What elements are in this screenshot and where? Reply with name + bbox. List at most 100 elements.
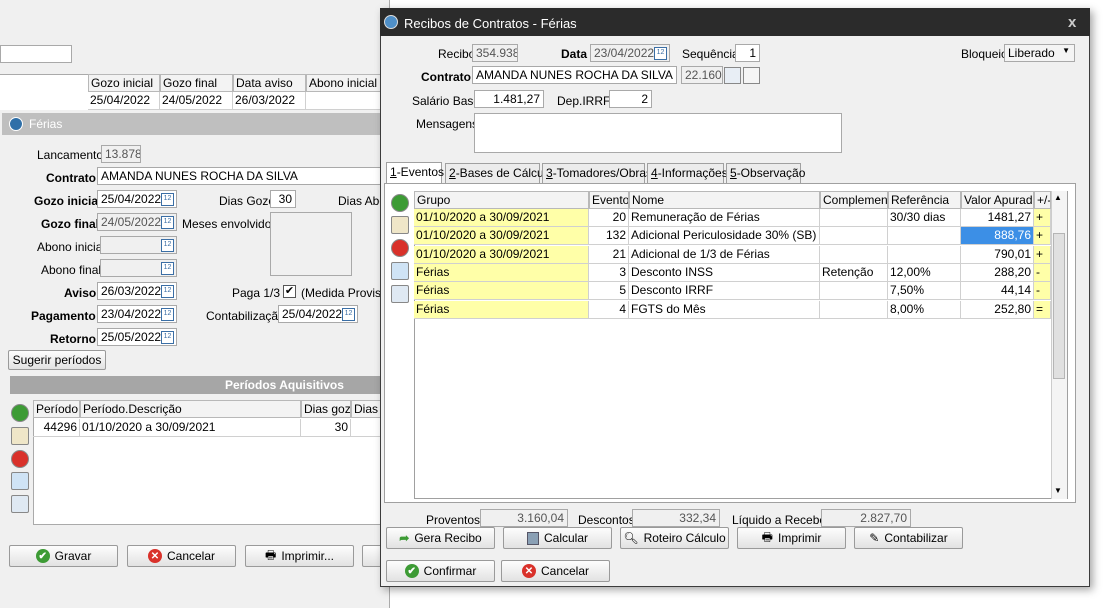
eventos-cell[interactable]: 790,01 <box>961 245 1034 264</box>
eventos-cell[interactable] <box>888 245 961 264</box>
periodos-cell[interactable]: 30 <box>301 419 351 437</box>
eventos-cell[interactable] <box>820 282 888 301</box>
eventos-cell[interactable]: 3 <box>589 263 629 282</box>
contabilizar-button[interactable]: ✎ Contabilizar <box>854 527 963 549</box>
edit-icon[interactable] <box>391 216 409 234</box>
tab-2[interactable]: 2-Bases de Cálculo <box>445 163 553 183</box>
eventos-cell[interactable] <box>888 227 961 246</box>
eventos-cell[interactable]: 4 <box>589 300 629 319</box>
bg-grid-header[interactable]: Gozo final <box>160 74 233 92</box>
lancamento-field[interactable]: 13.878 <box>101 145 141 163</box>
eventos-cell[interactable] <box>820 300 888 319</box>
eventos-cell[interactable]: - <box>1034 263 1051 282</box>
eventos-cell[interactable]: Férias <box>414 282 589 301</box>
eventos-cell[interactable]: 01/10/2020 a 30/09/2021 <box>414 209 589 227</box>
periodos-cell[interactable]: 01/10/2020 a 30/09/2021 <box>80 419 301 437</box>
eventos-header-cell[interactable]: Nome <box>629 191 820 209</box>
eventos-cell[interactable] <box>820 227 888 246</box>
eventos-cell[interactable]: 252,80 <box>961 300 1034 319</box>
roteiro-calculo-button[interactable]: 🔍︎ Roteiro Cálculo <box>620 527 729 549</box>
gozo-inicial-field[interactable]: 25/04/2022 12 <box>97 190 177 208</box>
tab-3[interactable]: 3-Tomadores/Obras <box>542 163 652 183</box>
gravar-button[interactable]: ✔ Gravar <box>9 545 118 567</box>
retorno-field[interactable]: 25/05/2022 12 <box>97 328 177 346</box>
eventos-header-cell[interactable]: Referência <box>888 191 961 209</box>
eventos-cell[interactable]: + <box>1034 227 1051 246</box>
data-field[interactable]: 23/04/2022 12 <box>590 44 670 62</box>
bg-grid-header[interactable]: Data aviso <box>233 74 306 92</box>
cancelar-button[interactable]: ✕ Cancelar <box>501 560 610 582</box>
scroll-down-icon[interactable]: ▼ <box>1054 486 1062 495</box>
eventos-header-cell[interactable]: +/- <box>1034 191 1051 209</box>
eventos-cell[interactable]: 44,14 <box>961 282 1034 301</box>
eventos-cell[interactable]: Desconto IRRF <box>629 282 820 301</box>
scroll-thumb[interactable] <box>1053 233 1065 379</box>
card-icon[interactable] <box>743 67 760 84</box>
contrato-field[interactable]: AMANDA NUNES ROCHA DA SILVA <box>97 167 390 185</box>
list-icon[interactable] <box>391 262 409 280</box>
eventos-cell[interactable]: 20 <box>589 209 629 227</box>
periodos-header-cell[interactable]: Dias gozo <box>301 400 351 418</box>
bg-grid-header[interactable]: Abono inicial <box>306 74 390 92</box>
eventos-cell[interactable]: 21 <box>589 245 629 264</box>
calendar-icon[interactable]: 12 <box>161 216 174 229</box>
eventos-cell[interactable] <box>820 245 888 264</box>
eventos-cell[interactable] <box>820 209 888 227</box>
calendar-icon[interactable]: 12 <box>161 262 174 275</box>
eventos-cell[interactable]: Férias <box>414 300 589 319</box>
paga13-checkbox[interactable]: ✔ <box>283 285 296 298</box>
periodos-header-cell[interactable]: Período.Descrição <box>80 400 301 418</box>
aviso-field[interactable]: 26/03/2022 12 <box>97 282 177 300</box>
ferias-imprimir-button[interactable]: 🖶 Imprimir... <box>245 545 354 567</box>
eventos-cell[interactable]: - <box>1034 282 1051 301</box>
pagamento-field[interactable]: 23/04/2022 12 <box>97 305 177 323</box>
close-icon[interactable]: x <box>1068 14 1076 31</box>
tab-5[interactable]: 5-Observação <box>726 163 805 183</box>
mensagens-textarea[interactable] <box>474 113 842 153</box>
eventos-cell[interactable]: 132 <box>589 227 629 246</box>
calendar-icon[interactable]: 12 <box>161 331 174 344</box>
eventos-cell[interactable]: Desconto INSS <box>629 263 820 282</box>
eventos-cell[interactable]: Remuneração de Férias <box>629 209 820 227</box>
calendar-icon[interactable]: 12 <box>161 239 174 252</box>
eventos-cell[interactable]: FGTS do Mês <box>629 300 820 319</box>
contab-field[interactable]: 25/04/2022 12 <box>278 305 358 323</box>
eventos-cell[interactable]: 288,20 <box>961 263 1034 282</box>
list-icon[interactable] <box>11 472 29 490</box>
ferias-cancelar-button[interactable]: ✕ Cancelar <box>127 545 236 567</box>
eventos-cell[interactable]: = <box>1034 300 1051 319</box>
eventos-cell[interactable]: 01/10/2020 a 30/09/2021 <box>414 245 589 264</box>
eventos-cell[interactable]: 1481,27 <box>961 209 1034 227</box>
tab-4[interactable]: 4-Informações <box>647 163 728 183</box>
add-icon[interactable] <box>11 404 29 422</box>
properties-icon[interactable] <box>11 495 29 513</box>
eventos-cell[interactable]: + <box>1034 209 1051 227</box>
eventos-header-cell[interactable]: Grupo <box>414 191 589 209</box>
delete-icon[interactable] <box>11 450 29 468</box>
imprimir-button[interactable]: 🖶 Imprimir <box>737 527 846 549</box>
eventos-cell[interactable]: 30/30 dias <box>888 209 961 227</box>
calendar-icon[interactable]: 12 <box>161 285 174 298</box>
bg-grid-cell[interactable] <box>306 92 390 110</box>
add-icon[interactable] <box>391 194 409 212</box>
calendar-icon[interactable]: 12 <box>342 308 355 321</box>
edit-icon[interactable] <box>11 427 29 445</box>
scroll-up-icon[interactable]: ▲ <box>1054 193 1062 202</box>
bg-grid-cell[interactable]: 26/03/2022 <box>233 92 306 110</box>
bg-grid-cell[interactable]: 25/04/2022 <box>88 92 160 110</box>
bg-grid-cell[interactable]: 24/05/2022 <box>160 92 233 110</box>
calendar-icon[interactable]: 12 <box>654 47 667 60</box>
calendar-icon[interactable]: 12 <box>161 193 174 206</box>
bg-grid-header[interactable]: Gozo inicial <box>88 74 160 92</box>
abono-inicial-field[interactable]: 12 <box>100 236 177 254</box>
eventos-header-cell[interactable]: Complemento <box>820 191 888 209</box>
tab-1[interactable]: 1-Eventos <box>386 162 444 184</box>
confirmar-button[interactable]: ✔ Confirmar <box>386 560 495 582</box>
eventos-cell[interactable]: 8,00% <box>888 300 961 319</box>
properties-icon[interactable] <box>391 285 409 303</box>
eventos-header-cell[interactable]: Valor Apurado <box>961 191 1034 209</box>
eventos-cell[interactable]: + <box>1034 245 1051 264</box>
recibo-field[interactable]: 354.938 <box>472 44 518 62</box>
eventos-cell[interactable]: Férias <box>414 263 589 282</box>
eventos-cell[interactable]: 7,50% <box>888 282 961 301</box>
